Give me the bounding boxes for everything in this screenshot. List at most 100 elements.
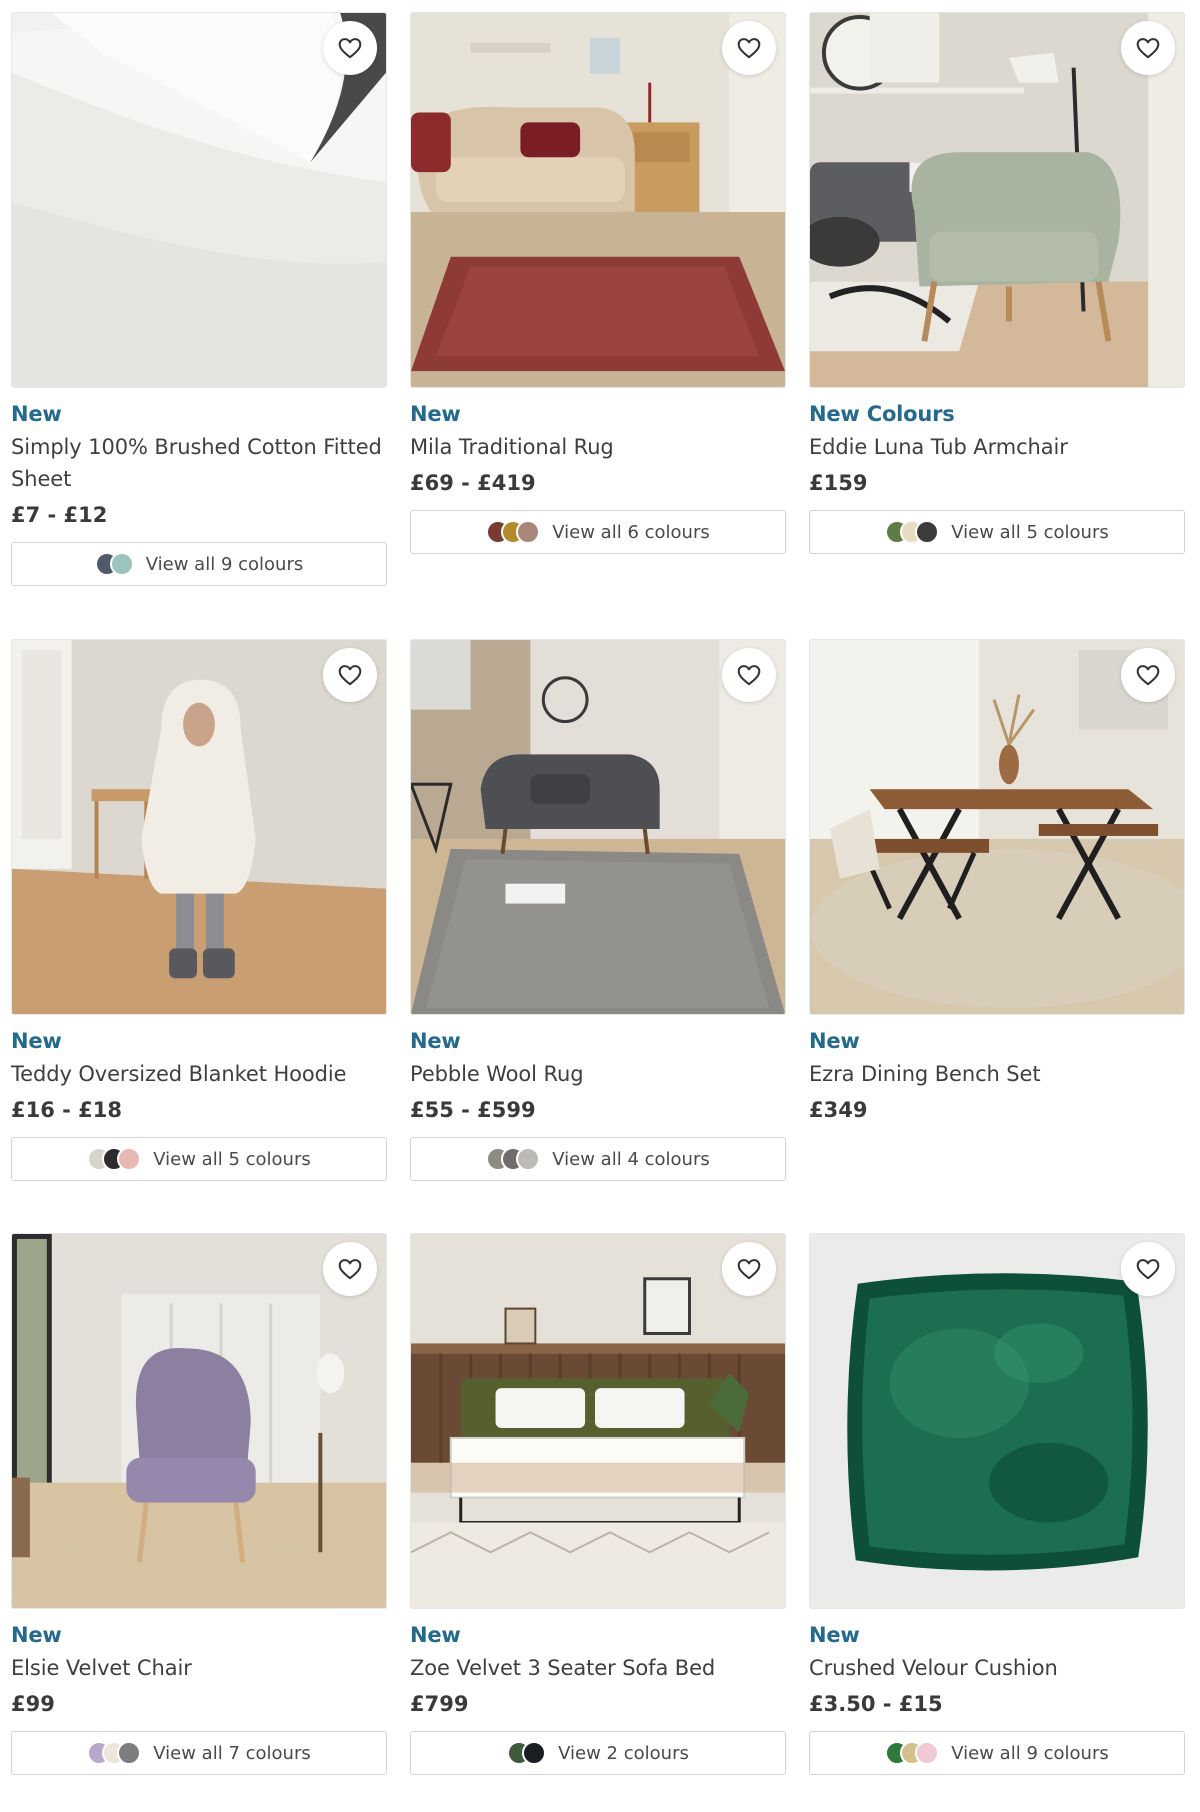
view-colours-label: View all 6 colours (552, 521, 710, 543)
product-image[interactable] (809, 1233, 1185, 1609)
colour-swatches (94, 552, 134, 576)
wishlist-button[interactable] (323, 648, 377, 702)
product-card[interactable]: New Simply 100% Brushed Cotton Fitted Sh… (11, 12, 387, 639)
colour-swatches (87, 1741, 142, 1765)
colour-swatches (507, 1741, 547, 1765)
product-image[interactable] (410, 12, 786, 388)
colour-swatches (885, 1741, 940, 1765)
product-name[interactable]: Zoe Velvet 3 Seater Sofa Bed (410, 1652, 786, 1684)
product-name[interactable]: Teddy Oversized Blanket Hoodie (11, 1058, 387, 1090)
product-photo-teddy-hoodie (12, 640, 386, 1014)
product-card[interactable]: New Crushed Velour Cushion £3.50 - £15 V… (809, 1233, 1185, 1793)
heart-outline-icon (737, 665, 761, 686)
product-name[interactable]: Elsie Velvet Chair (11, 1652, 387, 1684)
product-price: £55 - £599 (410, 1098, 536, 1122)
view-colours-label: View all 5 colours (951, 521, 1109, 543)
product-price: £16 - £18 (11, 1098, 123, 1122)
colour-swatch (522, 1741, 547, 1765)
product-card[interactable]: New Ezra Dining Bench Set £349 (809, 639, 1185, 1233)
product-card[interactable]: New Mila Traditional Rug £69 - £419 View… (410, 12, 786, 639)
product-price: £349 (809, 1098, 868, 1122)
product-photo-pebble-rug (411, 640, 785, 1014)
view-colours-label: View all 9 colours (145, 553, 304, 575)
heart-outline-icon (338, 38, 362, 59)
view-colours-button[interactable]: View all 5 colours (809, 510, 1185, 554)
view-colours-button[interactable]: View 2 colours (410, 1731, 786, 1775)
product-image[interactable] (11, 639, 387, 1015)
product-image[interactable] (410, 1233, 786, 1609)
product-image[interactable] (410, 639, 786, 1015)
wishlist-button[interactable] (323, 1242, 377, 1296)
product-card[interactable]: New Elsie Velvet Chair £99 View all 7 co… (11, 1233, 387, 1793)
product-badge: New (809, 1623, 860, 1647)
product-grid: New Simply 100% Brushed Cotton Fitted Sh… (11, 12, 1189, 1793)
product-photo-mila-rug (411, 13, 785, 387)
product-badge: New Colours (809, 402, 955, 426)
product-photo-ezra-dining-set (810, 640, 1184, 1014)
view-colours-button[interactable]: View all 7 colours (11, 1731, 387, 1775)
product-badge: New (11, 402, 62, 426)
product-badge: New (410, 1029, 461, 1053)
product-photo-eddie-armchair (810, 13, 1184, 387)
product-image[interactable] (809, 639, 1185, 1015)
view-colours-button[interactable]: View all 9 colours (809, 1731, 1185, 1775)
heart-outline-icon (1136, 1259, 1160, 1280)
product-name[interactable]: Pebble Wool Rug (410, 1058, 786, 1090)
product-badge: New (410, 1623, 461, 1647)
colour-swatch (117, 1741, 142, 1765)
view-colours-label: View all 4 colours (552, 1148, 710, 1170)
wishlist-button[interactable] (722, 1242, 776, 1296)
colour-swatches (87, 1147, 142, 1171)
product-image[interactable] (809, 12, 1185, 388)
view-colours-button[interactable]: View all 6 colours (410, 510, 786, 554)
product-name[interactable]: Ezra Dining Bench Set (809, 1058, 1185, 1090)
product-card[interactable]: New Pebble Wool Rug £55 - £599 View all … (410, 639, 786, 1233)
product-price: £7 - £12 (11, 503, 108, 527)
product-price: £99 (11, 1692, 55, 1716)
view-colours-button[interactable]: View all 4 colours (410, 1137, 786, 1181)
heart-outline-icon (338, 1259, 362, 1280)
colour-swatch (915, 1741, 940, 1765)
product-photo-velour-cushion (810, 1234, 1184, 1608)
product-photo-elsie-chair (12, 1234, 386, 1608)
product-price: £69 - £419 (410, 471, 536, 495)
colour-swatches (486, 1147, 541, 1171)
product-badge: New (410, 402, 461, 426)
product-name[interactable]: Crushed Velour Cushion (809, 1652, 1185, 1684)
view-colours-button[interactable]: View all 5 colours (11, 1137, 387, 1181)
product-card[interactable]: New Colours Eddie Luna Tub Armchair £159… (809, 12, 1185, 639)
product-name[interactable]: Simply 100% Brushed Cotton Fitted Sheet (11, 431, 387, 495)
colour-swatches (486, 520, 541, 544)
wishlist-button[interactable] (1121, 1242, 1175, 1296)
product-price: £799 (410, 1692, 469, 1716)
product-photo-zoe-sofa-bed (411, 1234, 785, 1608)
wishlist-button[interactable] (722, 21, 776, 75)
product-photo-fitted-sheet (12, 13, 386, 387)
product-image[interactable] (11, 1233, 387, 1609)
wishlist-button[interactable] (1121, 648, 1175, 702)
view-colours-label: View all 5 colours (153, 1148, 311, 1170)
heart-outline-icon (1136, 38, 1160, 59)
heart-outline-icon (338, 665, 362, 686)
colour-swatch (109, 552, 134, 576)
product-card[interactable]: New Zoe Velvet 3 Seater Sofa Bed £799 Vi… (410, 1233, 786, 1793)
product-name[interactable]: Mila Traditional Rug (410, 431, 786, 463)
colour-swatches (885, 520, 940, 544)
colour-swatch (516, 1147, 541, 1171)
product-badge: New (11, 1029, 62, 1053)
colour-swatch (516, 520, 541, 544)
product-badge: New (11, 1623, 62, 1647)
colour-swatch (117, 1147, 142, 1171)
heart-outline-icon (737, 1259, 761, 1280)
product-image[interactable] (11, 12, 387, 388)
wishlist-button[interactable] (722, 648, 776, 702)
view-colours-label: View all 9 colours (951, 1742, 1109, 1764)
product-name[interactable]: Eddie Luna Tub Armchair (809, 431, 1185, 463)
view-colours-button[interactable]: View all 9 colours (11, 542, 387, 586)
wishlist-button[interactable] (323, 21, 377, 75)
wishlist-button[interactable] (1121, 21, 1175, 75)
product-card[interactable]: New Teddy Oversized Blanket Hoodie £16 -… (11, 639, 387, 1233)
product-badge: New (809, 1029, 860, 1053)
heart-outline-icon (737, 38, 761, 59)
heart-outline-icon (1136, 665, 1160, 686)
